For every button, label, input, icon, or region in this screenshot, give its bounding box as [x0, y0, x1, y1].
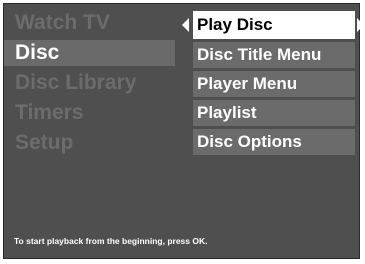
main-menu-item-watch-tv[interactable]: Watch TV [4, 8, 175, 38]
main-menu-item-setup[interactable]: Setup [4, 128, 175, 158]
right-arrow-icon [357, 18, 364, 32]
submenu-item-play-disc[interactable]: Play Disc [193, 11, 355, 39]
tv-menu-screen: Watch TV Disc Disc Library Timers Setup … [3, 3, 364, 259]
disc-submenu: Play Disc Disc Title Menu Player Menu Pl… [193, 11, 355, 158]
left-arrow-icon [182, 18, 189, 32]
submenu-item-disc-title-menu[interactable]: Disc Title Menu [193, 42, 355, 68]
main-menu: Watch TV Disc Disc Library Timers Setup [4, 8, 175, 158]
main-menu-item-timers[interactable]: Timers [4, 98, 175, 128]
submenu-item-player-menu[interactable]: Player Menu [193, 71, 355, 97]
help-text: To start playback from the beginning, pr… [14, 236, 208, 246]
submenu-item-playlist[interactable]: Playlist [193, 100, 355, 126]
submenu-item-disc-options[interactable]: Disc Options [193, 129, 355, 155]
main-menu-item-disc[interactable]: Disc [4, 40, 175, 66]
main-menu-item-disc-library[interactable]: Disc Library [4, 68, 175, 98]
